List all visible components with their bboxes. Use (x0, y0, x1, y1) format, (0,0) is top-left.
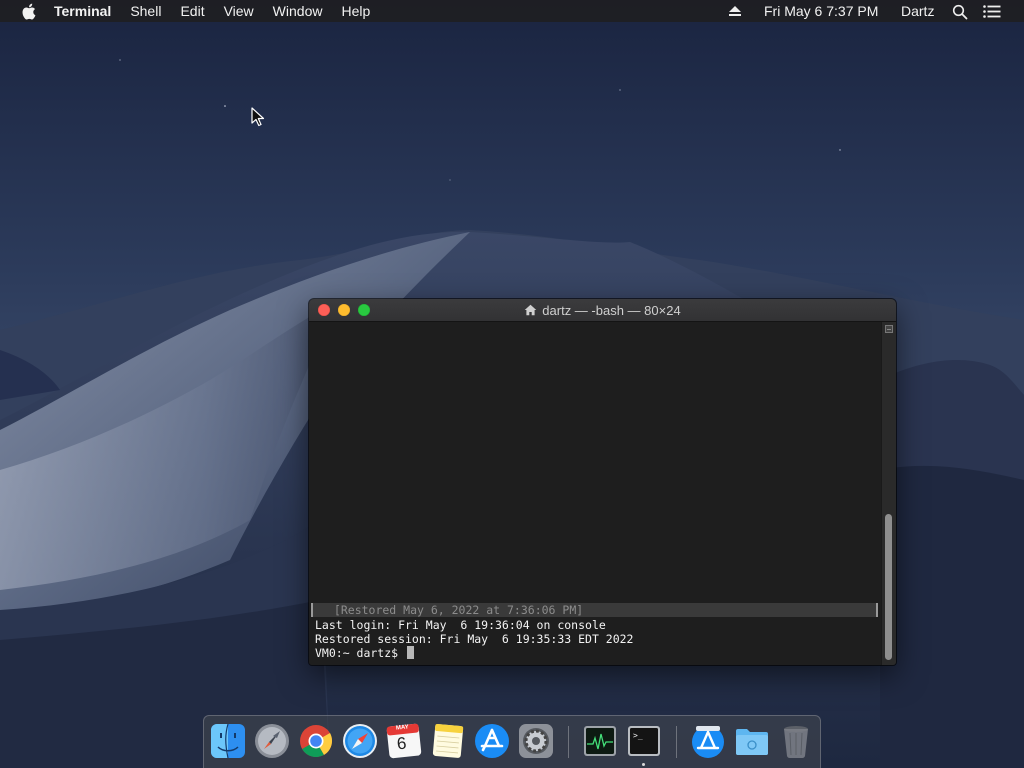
terminal-line: Restored session: Fri May 6 19:35:33 EDT… (315, 632, 634, 646)
terminal-prompt: VM0:~ dartz$ (315, 646, 406, 660)
safari-icon[interactable] (341, 722, 379, 760)
calendar-icon[interactable]: MAY 6 (385, 722, 423, 760)
chrome-icon[interactable] (297, 722, 335, 760)
eject-icon[interactable] (728, 5, 742, 17)
finder-icon[interactable] (209, 722, 247, 760)
system-preferences-icon[interactable] (517, 722, 555, 760)
menubar-clock[interactable]: Fri May 6 7:37 PM (764, 0, 878, 22)
text-cursor (407, 646, 415, 659)
downloads-stack-icon[interactable] (689, 722, 727, 760)
terminal-prompt-line[interactable]: VM0:~ dartz$ (315, 646, 415, 660)
notification-center-icon[interactable] (983, 5, 1001, 18)
svg-text:>_: >_ (633, 731, 643, 740)
scrollbar-thumb[interactable] (885, 514, 892, 660)
split-pane-icon[interactable] (885, 325, 893, 333)
menu-view[interactable]: View (224, 0, 254, 22)
notes-icon[interactable] (429, 722, 467, 760)
terminal-icon[interactable]: >_ (625, 722, 663, 760)
dock: MAY 6 >_ (203, 715, 821, 768)
launchpad-icon[interactable] (253, 722, 291, 760)
dock-separator (568, 726, 569, 758)
vertical-scrollbar[interactable] (881, 322, 896, 665)
menu-shell[interactable]: Shell (130, 0, 161, 22)
dock-separator (676, 726, 677, 758)
spotlight-search-icon[interactable] (952, 4, 968, 20)
app-store-icon[interactable] (473, 722, 511, 760)
restored-session-banner: [Restored May 6, 2022 at 7:36:06 PM] (311, 603, 878, 617)
trash-icon[interactable] (777, 722, 815, 760)
home-icon (524, 304, 537, 316)
window-title-text: dartz — -bash — 80×24 (542, 302, 681, 318)
menu-help[interactable]: Help (341, 0, 370, 22)
terminal-line: Last login: Fri May 6 19:36:04 on consol… (315, 618, 606, 632)
terminal-window[interactable]: dartz — -bash — 80×24 [Restored May 6, 2… (309, 299, 896, 665)
menubar-user[interactable]: Dartz (901, 0, 934, 22)
menu-app-terminal[interactable]: Terminal (54, 0, 111, 22)
activity-monitor-icon[interactable] (581, 722, 619, 760)
window-titlebar[interactable]: dartz — -bash — 80×24 (309, 299, 896, 322)
mouse-pointer-icon (251, 107, 265, 127)
desktop: Terminal Shell Edit View Window Help Fri… (0, 0, 1024, 768)
terminal-output[interactable]: [Restored May 6, 2022 at 7:36:06 PM] Las… (309, 322, 882, 665)
running-indicator (642, 763, 645, 766)
window-title: dartz — -bash — 80×24 (309, 299, 896, 321)
menu-edit[interactable]: Edit (180, 0, 204, 22)
calendar-day: 6 (395, 733, 408, 754)
menu-window[interactable]: Window (273, 0, 323, 22)
folder-icon[interactable] (733, 722, 771, 760)
menu-bar: Terminal Shell Edit View Window Help Fri… (0, 0, 1024, 22)
apple-logo-icon[interactable] (20, 0, 36, 22)
